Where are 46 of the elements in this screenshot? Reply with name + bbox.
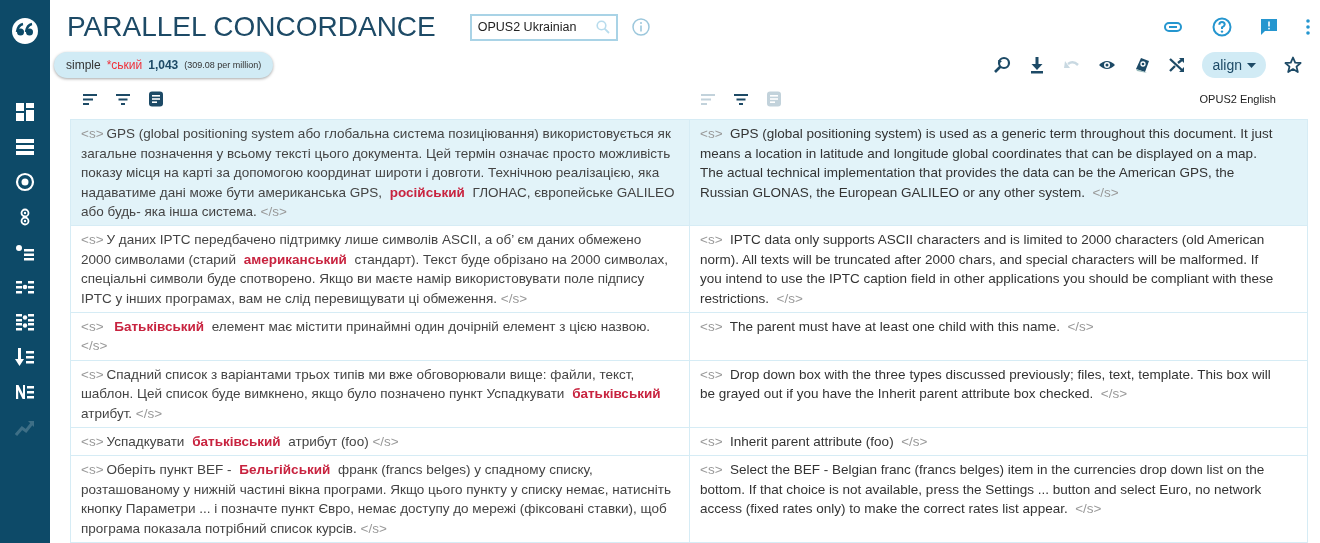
dashboard-icon[interactable] xyxy=(15,102,35,122)
sort-down-icon[interactable] xyxy=(15,347,35,367)
target-sentence: <s> Select the BEF - Belgian franc (francs belges) item in the currencies drop down list on the bottom. If that choice is not available, press the Settings ... button and select Euro, no network access (fixed rates only) to make the correct rates list appear. </s> xyxy=(690,456,1308,542)
search-icon xyxy=(595,19,610,34)
target-sentence: <s> GPS (global positioning system) is used as a generic term throughout this document. It just means a location in latitude and longitude global coordinates that can be displayed on a map. The actual technical implementation that provides the data can be the American GPS, the Russian GLONAS, the European GALILEO or any other system. </s> xyxy=(690,120,1308,226)
query-term: *ський xyxy=(106,57,143,75)
bullet-list-icon[interactable] xyxy=(15,242,35,262)
source-sentence: <s> Батьківський елемент має містити принаймні один дочірній елемент з цією назвою. </s> xyxy=(70,312,690,360)
hit-count: 1,043 xyxy=(148,57,179,75)
help-icon[interactable] xyxy=(1212,17,1232,38)
star-icon[interactable] xyxy=(1284,56,1302,75)
source-sentence: <s> Оберіть пункт BEF - Бельгійський франк (francs belges) у спадному списку, розташованому у нижній частині вікна програми. Якщо цього пункту у списку немає, натисніть кнопку Параметри ... і позначте пункт Євро, немає доступу до мережі (фіксовані ставки), щоб програма показала потрібний список курсів. </s> xyxy=(70,456,690,542)
target-sentence: <s> Inherit parent attribute (foo) </s> xyxy=(690,427,1308,456)
feedback-icon[interactable] xyxy=(1260,18,1278,37)
corpus-field[interactable]: OPUS2 Ukrainian xyxy=(469,13,618,41)
source-sentence: <s> У даних IPTC передбачено підтримку лише символів ASCII, а об’ єм даних обмежено 2000 символами (старий американський стандарт). Текст буде обрізано на 2000 символах, спеціальні символи буде спотворено. Якщо ви маєте намір використовувати поле підпису IPTC у інших програмах, вам не слід перевищувати ці обмеження. </s> xyxy=(70,226,690,312)
concordance-row[interactable] xyxy=(70,226,1308,313)
concordance-row[interactable] xyxy=(70,120,1308,227)
list-icon[interactable] xyxy=(15,137,35,157)
concordance-row[interactable] xyxy=(70,456,1308,543)
more-icon[interactable] xyxy=(1306,19,1310,36)
zoom-reset-icon[interactable] xyxy=(993,56,1012,75)
concordance-row[interactable]: <s> Успадкувати батьківський атрибут (foo) </s> <s> Inherit parent attribute (foo) </s> xyxy=(70,427,1308,457)
source-sentence: <s> Успадкувати батьківський атрибут (foo) </s> xyxy=(70,427,690,456)
source-sentence: <s> GPS (global positioning system або глобальна система позиціювання) використовується як загальне позначення у всьому тексті цього документа. Цей термін означає просто можливість показу місця на карті за допомогою координат широти і довготи. Технічною реалізацією, яка надаватиме дані може бути американська GPS, російський ГЛОНАС, європейське GALILEO або будь- яка інша система. </s> xyxy=(70,120,690,226)
frequency-text: (309.08 per million) xyxy=(184,58,262,72)
column-language: OPUS2 English xyxy=(1199,92,1276,107)
link-icon[interactable] xyxy=(1164,22,1182,33)
source-sentence: <s> Спадний список з варіантами трьох типів ми вже обговорювали вище: файли, текст, шаблон. Цей список буде вимкнено, якщо було позначено пункт Успадкувати батьківський атрибут. </s> xyxy=(70,360,690,427)
query-chip[interactable]: simple *ський 1,043 (309.08 per million) xyxy=(54,52,274,79)
grid-list-icon[interactable] xyxy=(15,312,35,332)
sort-icon[interactable] xyxy=(82,91,98,108)
concordance-row[interactable]: <s> Батьківський елемент має містити принаймні один дочірній елемент з цією назвою. </s> <s> The parent must have at least one child with this name. </s> xyxy=(70,312,1308,361)
target-sentence: <s> Drop down box with the three types discussed previously; files, text, template. This box will be grayed out if you have the Inherit parent attribute box checked. </s> xyxy=(690,360,1308,427)
document-icon[interactable] xyxy=(148,91,164,108)
query-type: simple xyxy=(66,57,101,75)
caret-icon xyxy=(1247,62,1256,68)
target-sentence: <s> The parent must have at least one child with this name. </s> xyxy=(690,312,1308,360)
letter-list-icon[interactable] xyxy=(15,382,35,402)
align-dropdown[interactable]: align xyxy=(1202,52,1266,79)
filter-icon[interactable] xyxy=(115,91,131,108)
target-sentence: <s> IPTC data only supports ASCII characters and is limited to 2000 characters (old American norm). All texts will be truncated after 2000 chars, and special characters will be malformed. If you intend to use the IPTC caption field in other applications you should be compliant with these restrictions. </s> xyxy=(690,226,1308,312)
app-title: PARALLEL CONCORDANCE xyxy=(67,10,436,45)
shuffle-icon[interactable] xyxy=(1168,56,1187,75)
concordance-row[interactable] xyxy=(70,360,1308,428)
target-icon[interactable] xyxy=(15,172,35,192)
